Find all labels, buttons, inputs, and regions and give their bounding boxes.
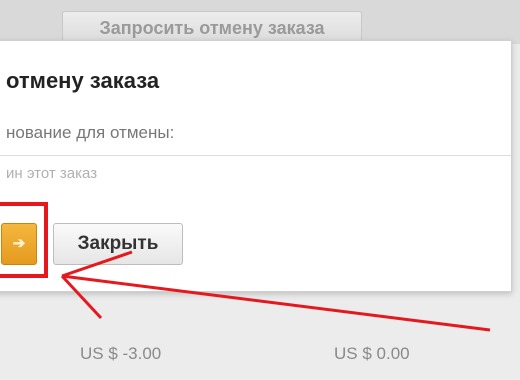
confirm-cancel-button[interactable]: ➔ — [1, 223, 37, 265]
cancel-reason-label: нование для отмены: — [6, 123, 175, 142]
arrow-right-icon: ➔ — [12, 235, 26, 252]
dialog-title: отмену заказа — [6, 68, 160, 93]
price-refund: US $ -3.00 — [80, 344, 162, 363]
cancel-reason-option[interactable]: ин этот заказ — [6, 165, 97, 182]
close-button[interactable]: Закрыть — [53, 223, 183, 265]
reason-divider — [0, 155, 511, 156]
price-total: US $ 0.00 — [334, 344, 410, 363]
top-bar: Запросить отмену заказа — [0, 0, 520, 44]
cancel-order-dialog: отмену заказа нование для отмены: ин это… — [0, 40, 512, 292]
request-cancel-order-button[interactable]: Запросить отмену заказа — [62, 11, 362, 43]
